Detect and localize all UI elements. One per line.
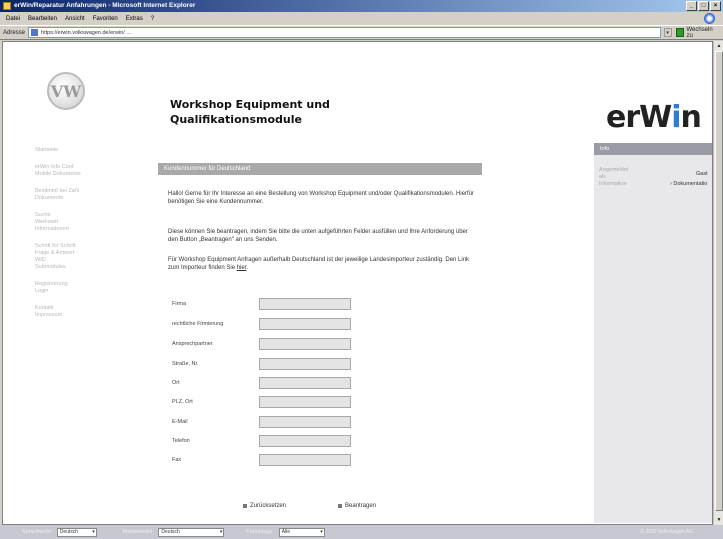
footer-bar: Sprachwahl Deutsch Markenwahl Deutsch Fa… — [0, 525, 723, 539]
menu-view[interactable]: Ansicht — [65, 16, 85, 22]
importer-link[interactable]: hier — [237, 265, 247, 271]
address-label: Adresse — [3, 29, 26, 36]
submit-label: Beantragen — [345, 503, 377, 509]
vehicle-select[interactable]: Alle — [278, 527, 325, 537]
menu-file[interactable]: Datei — [6, 16, 20, 22]
information-label: Information — [599, 181, 627, 187]
erwin-logo-pre: erW — [606, 100, 672, 135]
info-panel-title: Info — [594, 143, 712, 155]
form-row-company: Firma — [168, 298, 358, 310]
menu-edit[interactable]: Bearbeiten — [28, 16, 57, 22]
nav-item-home[interactable]: Startseite — [35, 147, 115, 154]
scroll-up-icon[interactable]: ▲ — [715, 42, 723, 50]
form-row-phone: Telefon — [168, 435, 358, 447]
menu-tools[interactable]: Extras — [126, 16, 143, 22]
form-row-city: Ort — [168, 377, 358, 389]
nav-item-documents[interactable]: Bestimmt bei Zahl Dokumente — [35, 188, 115, 202]
logged-in-value: Gast — [696, 171, 708, 177]
section-title: Kundennummer für Deutschland — [158, 163, 482, 175]
nav-item-registration[interactable]: Registrierung Login — [35, 281, 115, 295]
vertical-scrollbar[interactable]: ▲ ▼ — [713, 41, 723, 525]
page-viewport: VW Workshop Equipment und Qualifikations… — [2, 41, 713, 525]
fax-input[interactable] — [259, 454, 351, 466]
minimize-button[interactable]: _ — [686, 1, 697, 11]
scroll-down-icon[interactable]: ▼ — [715, 516, 723, 524]
go-label: Wechseln zu — [686, 26, 713, 39]
maximize-button[interactable]: □ — [698, 1, 709, 11]
brand-label: Markenwahl — [122, 529, 153, 535]
field-label: Fax — [172, 457, 182, 463]
contact-person-input[interactable] — [259, 338, 351, 350]
reset-bullet-icon — [243, 504, 247, 508]
address-bar: Adresse https://erwin.volkswagen.de/erwi… — [0, 25, 723, 40]
importer-paragraph: Für Workshop Equipment Anfragen außerhal… — [168, 257, 470, 271]
menu-help[interactable]: ? — [151, 16, 154, 22]
go-arrow-icon — [675, 28, 685, 37]
brand-select[interactable]: Deutsch — [158, 527, 225, 537]
erwin-logo-post: n — [680, 100, 702, 135]
language-label: Sprachwahl — [22, 529, 51, 535]
left-navigation: Startseite erWin Info Card Mobile Dokume… — [35, 147, 115, 329]
close-button[interactable]: × — [710, 1, 721, 11]
ie-logo-icon — [704, 13, 715, 24]
field-label: rechtliche Firmierung — [172, 321, 224, 327]
address-dropdown-icon[interactable]: ▾ — [663, 28, 672, 37]
legal-name-input[interactable] — [259, 318, 351, 330]
copyright-text: © 2005 Volkswagen AG — [640, 529, 693, 535]
form-row-zip: PLZ, Ort — [168, 396, 358, 408]
nav-item-stepbystep[interactable]: Schritt für Schritt Frage & Antwort WID … — [35, 243, 115, 271]
form-row-email: E-Mail — [168, 416, 358, 428]
window-titlebar: erWin/Reparatur Anfahrungen - Microsoft … — [0, 0, 723, 12]
nav-item-search[interactable]: Suche Werkstatt Informationen — [35, 212, 115, 233]
field-label: E-Mail — [172, 419, 188, 425]
submit-bullet-icon — [338, 504, 342, 508]
logged-in-label: Angemeldet als — [599, 167, 629, 180]
menubar: Datei Bearbeiten Ansicht Favoriten Extra… — [0, 12, 723, 25]
form-row-street: Straße, Nr. — [168, 358, 358, 370]
scroll-thumb[interactable] — [715, 51, 723, 511]
intro-paragraph: Hallo! Gerne für Ihr Interesse an eine B… — [168, 191, 475, 205]
form-row-fax: Fax — [168, 454, 358, 466]
erwin-logo: erWin — [606, 100, 702, 135]
page-title: Workshop Equipment und Qualifikationsmod… — [170, 98, 330, 126]
company-input[interactable] — [259, 298, 351, 310]
vw-logo[interactable]: VW — [47, 72, 85, 110]
field-label: PLZ, Ort — [172, 399, 193, 405]
instruction-paragraph: Diese können Sie beantragen, indem Sie b… — [168, 229, 468, 243]
zip-input[interactable] — [259, 396, 351, 408]
language-select[interactable]: Deutsch — [56, 527, 97, 537]
form-row-contact-person: Ansprechpartner — [168, 338, 358, 350]
email-input[interactable] — [259, 416, 351, 428]
ie-app-icon — [3, 2, 11, 10]
field-label: Telefon — [172, 438, 190, 444]
documentation-link[interactable]: › Dokumentatio — [670, 181, 707, 187]
address-input[interactable]: https://erwin.volkswagen.de/erwin/ ... — [28, 27, 661, 38]
nav-item-contact[interactable]: Kontakt Impressum — [35, 305, 115, 319]
nav-item-infocard[interactable]: erWin Info Card Mobile Dokumente — [35, 164, 115, 178]
city-input[interactable] — [259, 377, 351, 389]
form-row-legal-name: rechtliche Firmierung — [168, 318, 358, 330]
field-label: Ort — [172, 380, 180, 386]
field-label: Straße, Nr. — [172, 361, 199, 367]
info-panel: Info Angemeldet als Gast Information › D… — [594, 143, 712, 523]
window-title: erWin/Reparatur Anfahrungen - Microsoft … — [14, 2, 196, 9]
go-button[interactable]: Wechseln zu — [675, 26, 720, 39]
reset-label: Zurücksetzen — [250, 503, 287, 509]
phone-input[interactable] — [259, 435, 351, 447]
reset-button[interactable]: Zurücksetzen — [243, 503, 286, 509]
menu-favorites[interactable]: Favoriten — [93, 16, 118, 22]
field-label: Firma — [172, 301, 187, 307]
submit-button[interactable]: Beantragen — [338, 503, 376, 509]
field-label: Ansprechpartner — [172, 341, 213, 347]
page-icon — [31, 29, 39, 36]
address-url: https://erwin.volkswagen.de/erwin/ ... — [41, 29, 131, 36]
vehicle-label: Fahrzeuge — [246, 529, 273, 535]
street-input[interactable] — [259, 358, 351, 370]
